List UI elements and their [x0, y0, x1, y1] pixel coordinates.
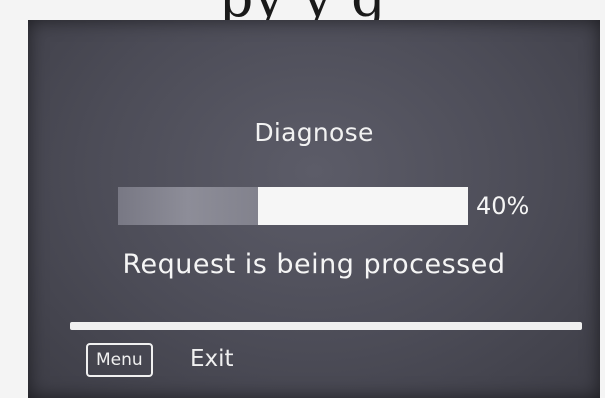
progress-percent: 40%	[476, 192, 530, 220]
status-message: Request is being processed	[122, 249, 506, 280]
photo-frame: py y g Diagnose 40% Request is being pro…	[0, 0, 605, 398]
device-screen: Diagnose 40% Request is being processed …	[28, 20, 600, 398]
progress-bar-current	[258, 187, 468, 225]
footer-divider	[70, 322, 582, 330]
progress-bar-completed	[118, 187, 258, 225]
exit-button[interactable]: Exit	[190, 342, 234, 376]
dialog-title: Diagnose	[254, 118, 374, 147]
menu-button[interactable]: Menu	[86, 343, 153, 377]
progress-bar	[118, 187, 468, 225]
